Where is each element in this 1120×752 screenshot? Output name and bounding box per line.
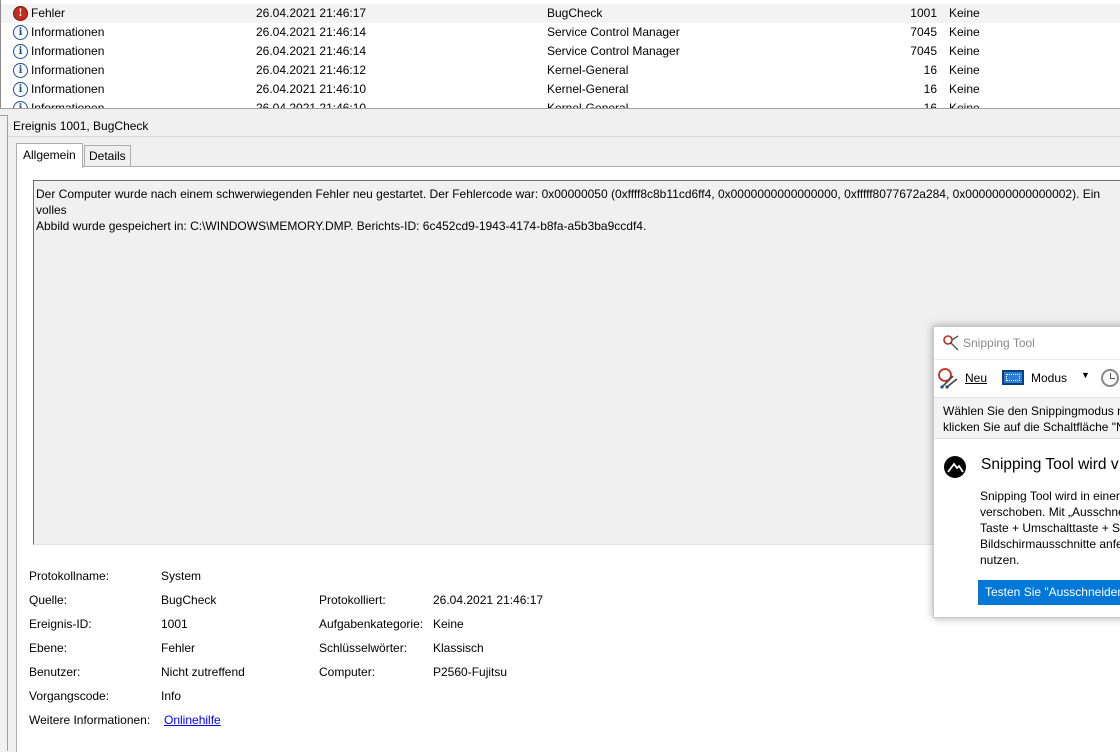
- date-cell: 26.04.2021 21:46:17: [256, 6, 367, 20]
- new-snip-label: Neu: [965, 371, 988, 385]
- details-title-bar: [8, 115, 1120, 137]
- source-cell: Kernel-General: [547, 82, 629, 96]
- event-id-label: Ereignis-ID:: [29, 617, 92, 631]
- date-cell: 26.04.2021 21:46:12: [256, 63, 367, 77]
- source-cell: BugCheck: [547, 6, 603, 20]
- snipping-tool-app-icon: [942, 334, 960, 352]
- snipping-tool-titlebar[interactable]: Snipping Tool: [934, 327, 1120, 359]
- info-icon: i: [13, 25, 28, 40]
- table-row[interactable]: i Informationen 26.04.2021 21:46:10 Kern…: [1, 80, 1120, 99]
- level-cell: Fehler: [31, 6, 66, 20]
- snipping-tool-toolbar: Neu Modus ▼: [934, 359, 1120, 396]
- event-id-value: 1001: [161, 617, 188, 631]
- computer-value: P2560-Fujitsu: [433, 665, 508, 679]
- scissors-icon: [937, 367, 961, 389]
- event-rows: ! Fehler 26.04.2021 21:46:17 BugCheck 10…: [1, 4, 1120, 108]
- event-id-cell: 7045: [910, 44, 937, 58]
- info-icon: i: [13, 82, 28, 97]
- keywords-value: Klassisch: [433, 641, 484, 655]
- online-help-link[interactable]: Onlinehilfe: [164, 713, 221, 727]
- level-cell: Informationen: [31, 82, 105, 96]
- source-label: Quelle:: [29, 593, 68, 607]
- notice-line: Taste + Umschalttaste + S: [980, 521, 1120, 535]
- error-icon: !: [13, 6, 28, 21]
- task-category-cell: Keine: [949, 82, 980, 96]
- source-value: BugCheck: [161, 593, 217, 607]
- level-label: Ebene:: [29, 641, 68, 655]
- keywords-label: Schlüsselwörter:: [319, 641, 408, 655]
- table-row[interactable]: i Informationen 26.04.2021 21:46:14 Serv…: [1, 23, 1120, 42]
- table-row[interactable]: i Informationen 26.04.2021 21:46:12 Kern…: [1, 61, 1120, 80]
- source-cell: Kernel-General: [547, 63, 629, 77]
- table-row[interactable]: i Informationen 26.04.2021 21:46:14 Serv…: [1, 42, 1120, 61]
- instruction-line: Wählen Sie den Snippingmodus n: [943, 404, 1120, 418]
- date-cell: 26.04.2021 21:46:10: [256, 101, 367, 108]
- log-name-label: Protokollname:: [29, 569, 110, 583]
- user-label: Benutzer:: [29, 665, 81, 679]
- task-category-cell: Keine: [949, 101, 980, 108]
- logged-value: 26.04.2021 21:46:17: [433, 593, 544, 607]
- opcode-label: Vorgangscode:: [29, 689, 110, 703]
- level-cell: Informationen: [31, 101, 105, 108]
- notice-line: Bildschirmausschnitte anfe: [980, 537, 1120, 551]
- date-cell: 26.04.2021 21:46:14: [256, 25, 367, 39]
- level-cell: Informationen: [31, 25, 105, 39]
- notice-title: Snipping Tool wird v: [981, 456, 1119, 473]
- table-row[interactable]: ! Fehler 26.04.2021 21:46:17 BugCheck 10…: [1, 4, 1120, 23]
- info-icon: i: [13, 101, 28, 108]
- task-category-label: Aufgabenkategorie:: [319, 617, 424, 631]
- computer-label: Computer:: [319, 665, 376, 679]
- try-snip-and-sketch-button[interactable]: Testen Sie "Ausschneiden: [978, 580, 1120, 605]
- date-cell: 26.04.2021 21:46:10: [256, 82, 367, 96]
- mode-label: Modus: [1031, 371, 1068, 385]
- task-category-value: Keine: [433, 617, 464, 631]
- mode-button[interactable]: Modus ▼: [1002, 366, 1092, 390]
- task-category-cell: Keine: [949, 25, 980, 39]
- log-name-value: System: [161, 569, 202, 583]
- snipping-tool-title: Snipping Tool: [963, 336, 1035, 350]
- opcode-value: Info: [161, 689, 182, 703]
- event-list[interactable]: ! Fehler 26.04.2021 21:46:17 BugCheck 10…: [0, 0, 1120, 108]
- task-category-cell: Keine: [949, 6, 980, 20]
- more-info-label: Weitere Informationen:: [29, 713, 151, 727]
- tab-details[interactable]: Details: [84, 145, 131, 166]
- task-category-cell: Keine: [949, 63, 980, 77]
- rectangle-mode-icon: [1002, 370, 1024, 385]
- snipping-notice: Snipping Tool wird v Snipping Tool wird …: [934, 439, 1120, 617]
- instruction-line: klicken Sie auf die Schaltfläche "N: [943, 420, 1120, 434]
- source-cell: Service Control Manager: [547, 25, 680, 39]
- snipping-tool-window[interactable]: Snipping Tool Neu Modus ▼ Wählen Sie den…: [933, 326, 1120, 618]
- message-line: Der Computer wurde nach einem schwerwieg…: [36, 187, 1101, 217]
- user-value: Nicht zutreffend: [161, 665, 245, 679]
- source-cell: Kernel-General: [547, 101, 629, 108]
- task-category-cell: Keine: [949, 44, 980, 58]
- event-id-cell: 16: [923, 82, 937, 96]
- level-cell: Informationen: [31, 63, 105, 77]
- tab-general[interactable]: Allgemein: [16, 143, 83, 168]
- logged-label: Protokolliert:: [319, 593, 386, 607]
- event-id-cell: 7045: [910, 25, 937, 39]
- event-id-cell: 16: [923, 63, 937, 77]
- chevron-down-icon: ▼: [1081, 370, 1090, 380]
- info-icon: i: [13, 44, 28, 59]
- info-icon: i: [13, 63, 28, 78]
- delay-clock-icon[interactable]: [1101, 369, 1119, 387]
- notice-line: nutzen.: [980, 553, 1020, 567]
- source-cell: Service Control Manager: [547, 44, 680, 58]
- event-id-cell: 1001: [910, 6, 937, 20]
- details-title: Ereignis 1001, BugCheck: [13, 119, 149, 133]
- snipping-instructions: Wählen Sie den Snippingmodus n klicken S…: [934, 397, 1120, 439]
- level-value: Fehler: [161, 641, 196, 655]
- table-row[interactable]: i Informationen 26.04.2021 21:46:10 Kern…: [1, 99, 1120, 108]
- date-cell: 26.04.2021 21:46:14: [256, 44, 367, 58]
- snip-and-sketch-icon: [943, 455, 967, 479]
- notice-line: Snipping Tool wird in einer: [980, 489, 1120, 503]
- new-snip-button[interactable]: Neu: [937, 366, 993, 390]
- message-line: Abbild wurde gespeichert in: C:\WINDOWS\…: [36, 219, 647, 233]
- notice-line: verschoben. Mit „Ausschne: [980, 505, 1120, 519]
- level-cell: Informationen: [31, 44, 105, 58]
- event-id-cell: 16: [923, 101, 937, 108]
